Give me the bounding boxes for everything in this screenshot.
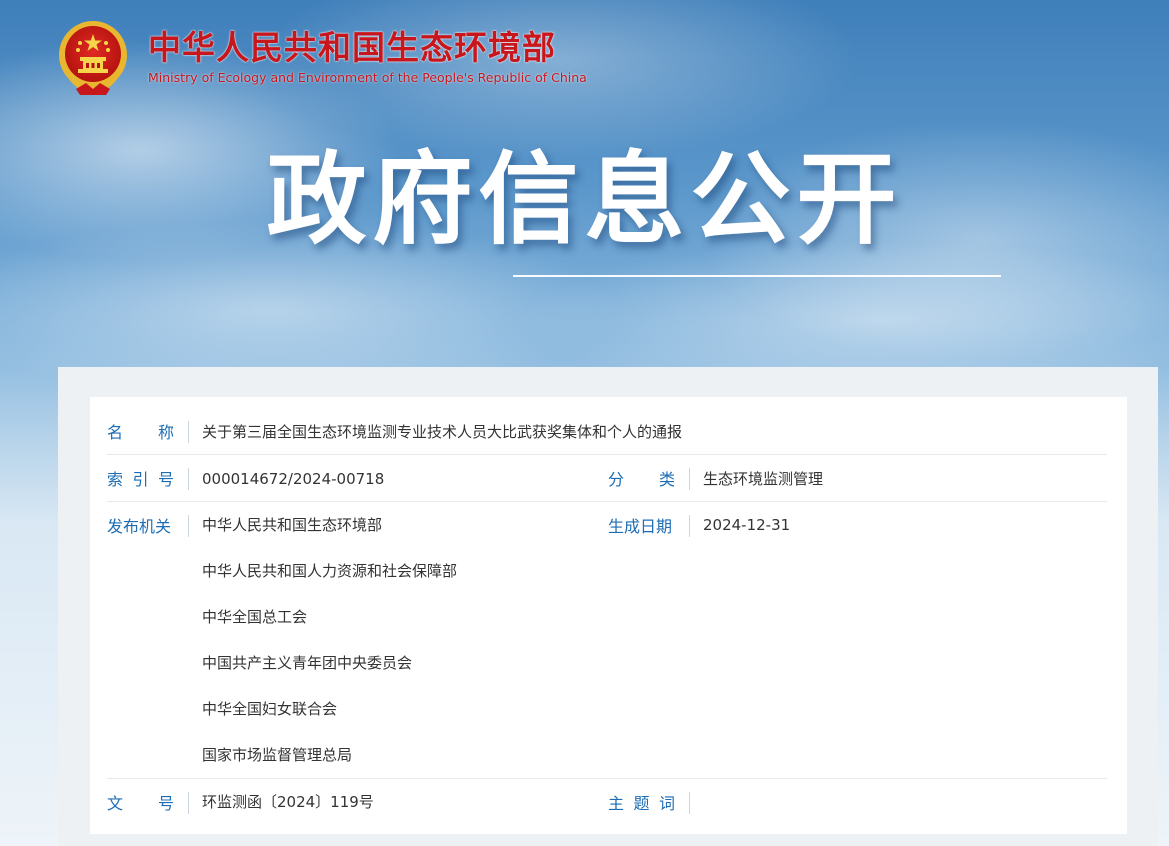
date-value: 2024-12-31 <box>703 516 791 534</box>
date-label: 生成日期 <box>608 517 673 536</box>
docno-label: 文号 <box>107 794 174 813</box>
hero-title: 政府信息公开 <box>266 141 903 258</box>
issuer-item: 中华人民共和国生态环境部 <box>202 516 383 534</box>
issuer-item: 国家市场监督管理总局 <box>202 746 353 764</box>
issuer-item: 中华全国总工会 <box>202 608 308 626</box>
site-name-en[interactable]: Ministry of Ecology and Environment of t… <box>148 70 587 86</box>
row-separator <box>689 515 690 537</box>
row-separator <box>689 792 690 814</box>
index-label: 索引号 <box>107 470 174 489</box>
name-label: 名称 <box>107 423 174 442</box>
info-row-index: 索引号 000014672/2024-00718 分类 生态环境监测管理 <box>107 455 1107 502</box>
site-name-zh[interactable]: 中华人民共和国生态环境部 <box>148 28 587 68</box>
row-separator <box>188 421 189 443</box>
site-header: 中华人民共和国生态环境部 Ministry of Ecology and Env… <box>56 16 587 98</box>
index-number: 000014672/2024-00718 <box>202 470 385 488</box>
info-row-docno: 文号 环监测函〔2024〕119号 主题词 <box>107 779 1107 825</box>
hero-divider <box>513 275 1001 277</box>
document-title: 关于第三届全国生态环境监测专业技术人员大比武获奖集体和个人的通报 <box>202 423 683 441</box>
national-emblem-icon[interactable] <box>56 17 130 97</box>
info-row-issuer: 发布机关 中华人民共和国生态环境部 中华人民共和国人力资源和社会保障部 中华全国… <box>107 502 1107 779</box>
row-separator <box>188 468 189 490</box>
category-value: 生态环境监测管理 <box>703 470 824 488</box>
docno-value: 环监测函〔2024〕119号 <box>202 793 374 811</box>
issuer-item: 中华全国妇女联合会 <box>202 700 338 718</box>
category-label: 分类 <box>608 470 675 489</box>
issuer-label: 发布机关 <box>107 517 172 536</box>
row-separator <box>188 515 189 537</box>
row-separator <box>689 468 690 490</box>
info-row-name: 名称 关于第三届全国生态环境监测专业技术人员大比武获奖集体和个人的通报 <box>107 410 1107 455</box>
issuer-item: 中国共产主义青年团中央委员会 <box>202 654 413 672</box>
keywords-label: 主题词 <box>608 794 675 813</box>
issuer-item: 中华人民共和国人力资源和社会保障部 <box>202 562 458 580</box>
row-separator <box>188 792 189 814</box>
